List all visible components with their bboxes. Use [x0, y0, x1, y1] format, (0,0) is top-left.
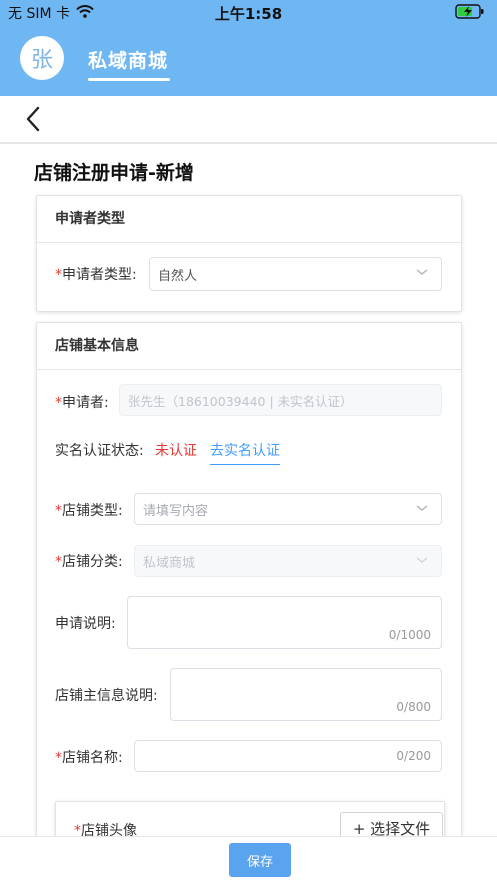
- chevron-down-icon: [416, 269, 428, 275]
- apply-desc-counter: 0/1000: [388, 628, 431, 642]
- applicant-type-select[interactable]: 自然人: [149, 257, 442, 291]
- applicant-type-label: *申请者类型:: [55, 267, 137, 283]
- verify-status-badge: 未认证: [155, 443, 197, 459]
- required-mark: *: [55, 750, 62, 766]
- nav-bar: [0, 96, 497, 144]
- card-header: 申请者类型: [37, 196, 461, 243]
- chevron-left-icon: [26, 106, 40, 132]
- required-mark: *: [55, 554, 62, 570]
- applicant-label: *申请者:: [55, 395, 109, 411]
- chevron-down-icon: [416, 557, 428, 563]
- main-info-desc-counter: 0/800: [396, 700, 431, 714]
- required-mark: *: [55, 503, 62, 519]
- chevron-down-icon: [416, 505, 428, 511]
- shop-name-input[interactable]: 0/200: [134, 740, 442, 772]
- battery-charging-icon: [455, 4, 485, 23]
- shop-category-select: 私域商城: [134, 545, 442, 577]
- shop-type-placeholder: 请填写内容: [143, 503, 209, 519]
- applicant-value: 张先生（18610039440 | 未实名认证）: [128, 393, 353, 409]
- tab-private-mall[interactable]: 私域商城: [88, 46, 168, 73]
- tab-active-underline: [88, 78, 170, 81]
- required-mark: *: [55, 395, 62, 411]
- shop-name-label: *店铺名称:: [55, 750, 123, 766]
- status-time: 上午1:58: [214, 5, 283, 23]
- applicant-input: 张先生（18610039440 | 未实名认证）: [119, 384, 442, 416]
- applicant-type-value: 自然人: [158, 268, 198, 284]
- bottom-bar: 保存: [0, 836, 497, 884]
- page-title: 店铺注册申请-新增: [34, 162, 194, 184]
- main-info-desc-label: 店铺主信息说明:: [55, 688, 158, 704]
- save-button[interactable]: 保存: [229, 843, 291, 877]
- shop-type-select[interactable]: 请填写内容: [134, 493, 442, 525]
- avatar[interactable]: 张: [20, 36, 64, 80]
- card-header: 店铺基本信息: [37, 323, 461, 370]
- apply-desc-textarea[interactable]: 0/1000: [127, 596, 442, 649]
- applicant-type-card: 申请者类型 *申请者类型: 自然人: [36, 195, 462, 312]
- status-bar: 无 SIM 卡 上午1:58: [0, 0, 497, 24]
- shop-category-label: *店铺分类:: [55, 554, 123, 570]
- verify-status-label: 实名认证状态:: [55, 443, 144, 459]
- shop-name-counter: 0/200: [396, 749, 431, 763]
- go-verify-link[interactable]: 去实名认证: [210, 440, 280, 465]
- basic-info-card: 店铺基本信息 *申请者: 张先生（18610039440 | 未实名认证） 实名…: [36, 322, 462, 884]
- app-bar: 张 私域商城: [0, 24, 497, 96]
- back-button[interactable]: [22, 104, 46, 138]
- shop-category-value: 私域商城: [143, 555, 196, 571]
- main-info-desc-textarea[interactable]: 0/800: [170, 668, 442, 721]
- apply-desc-label: 申请说明:: [55, 616, 116, 632]
- required-mark: *: [55, 267, 62, 283]
- shop-type-label: *店铺类型:: [55, 503, 123, 519]
